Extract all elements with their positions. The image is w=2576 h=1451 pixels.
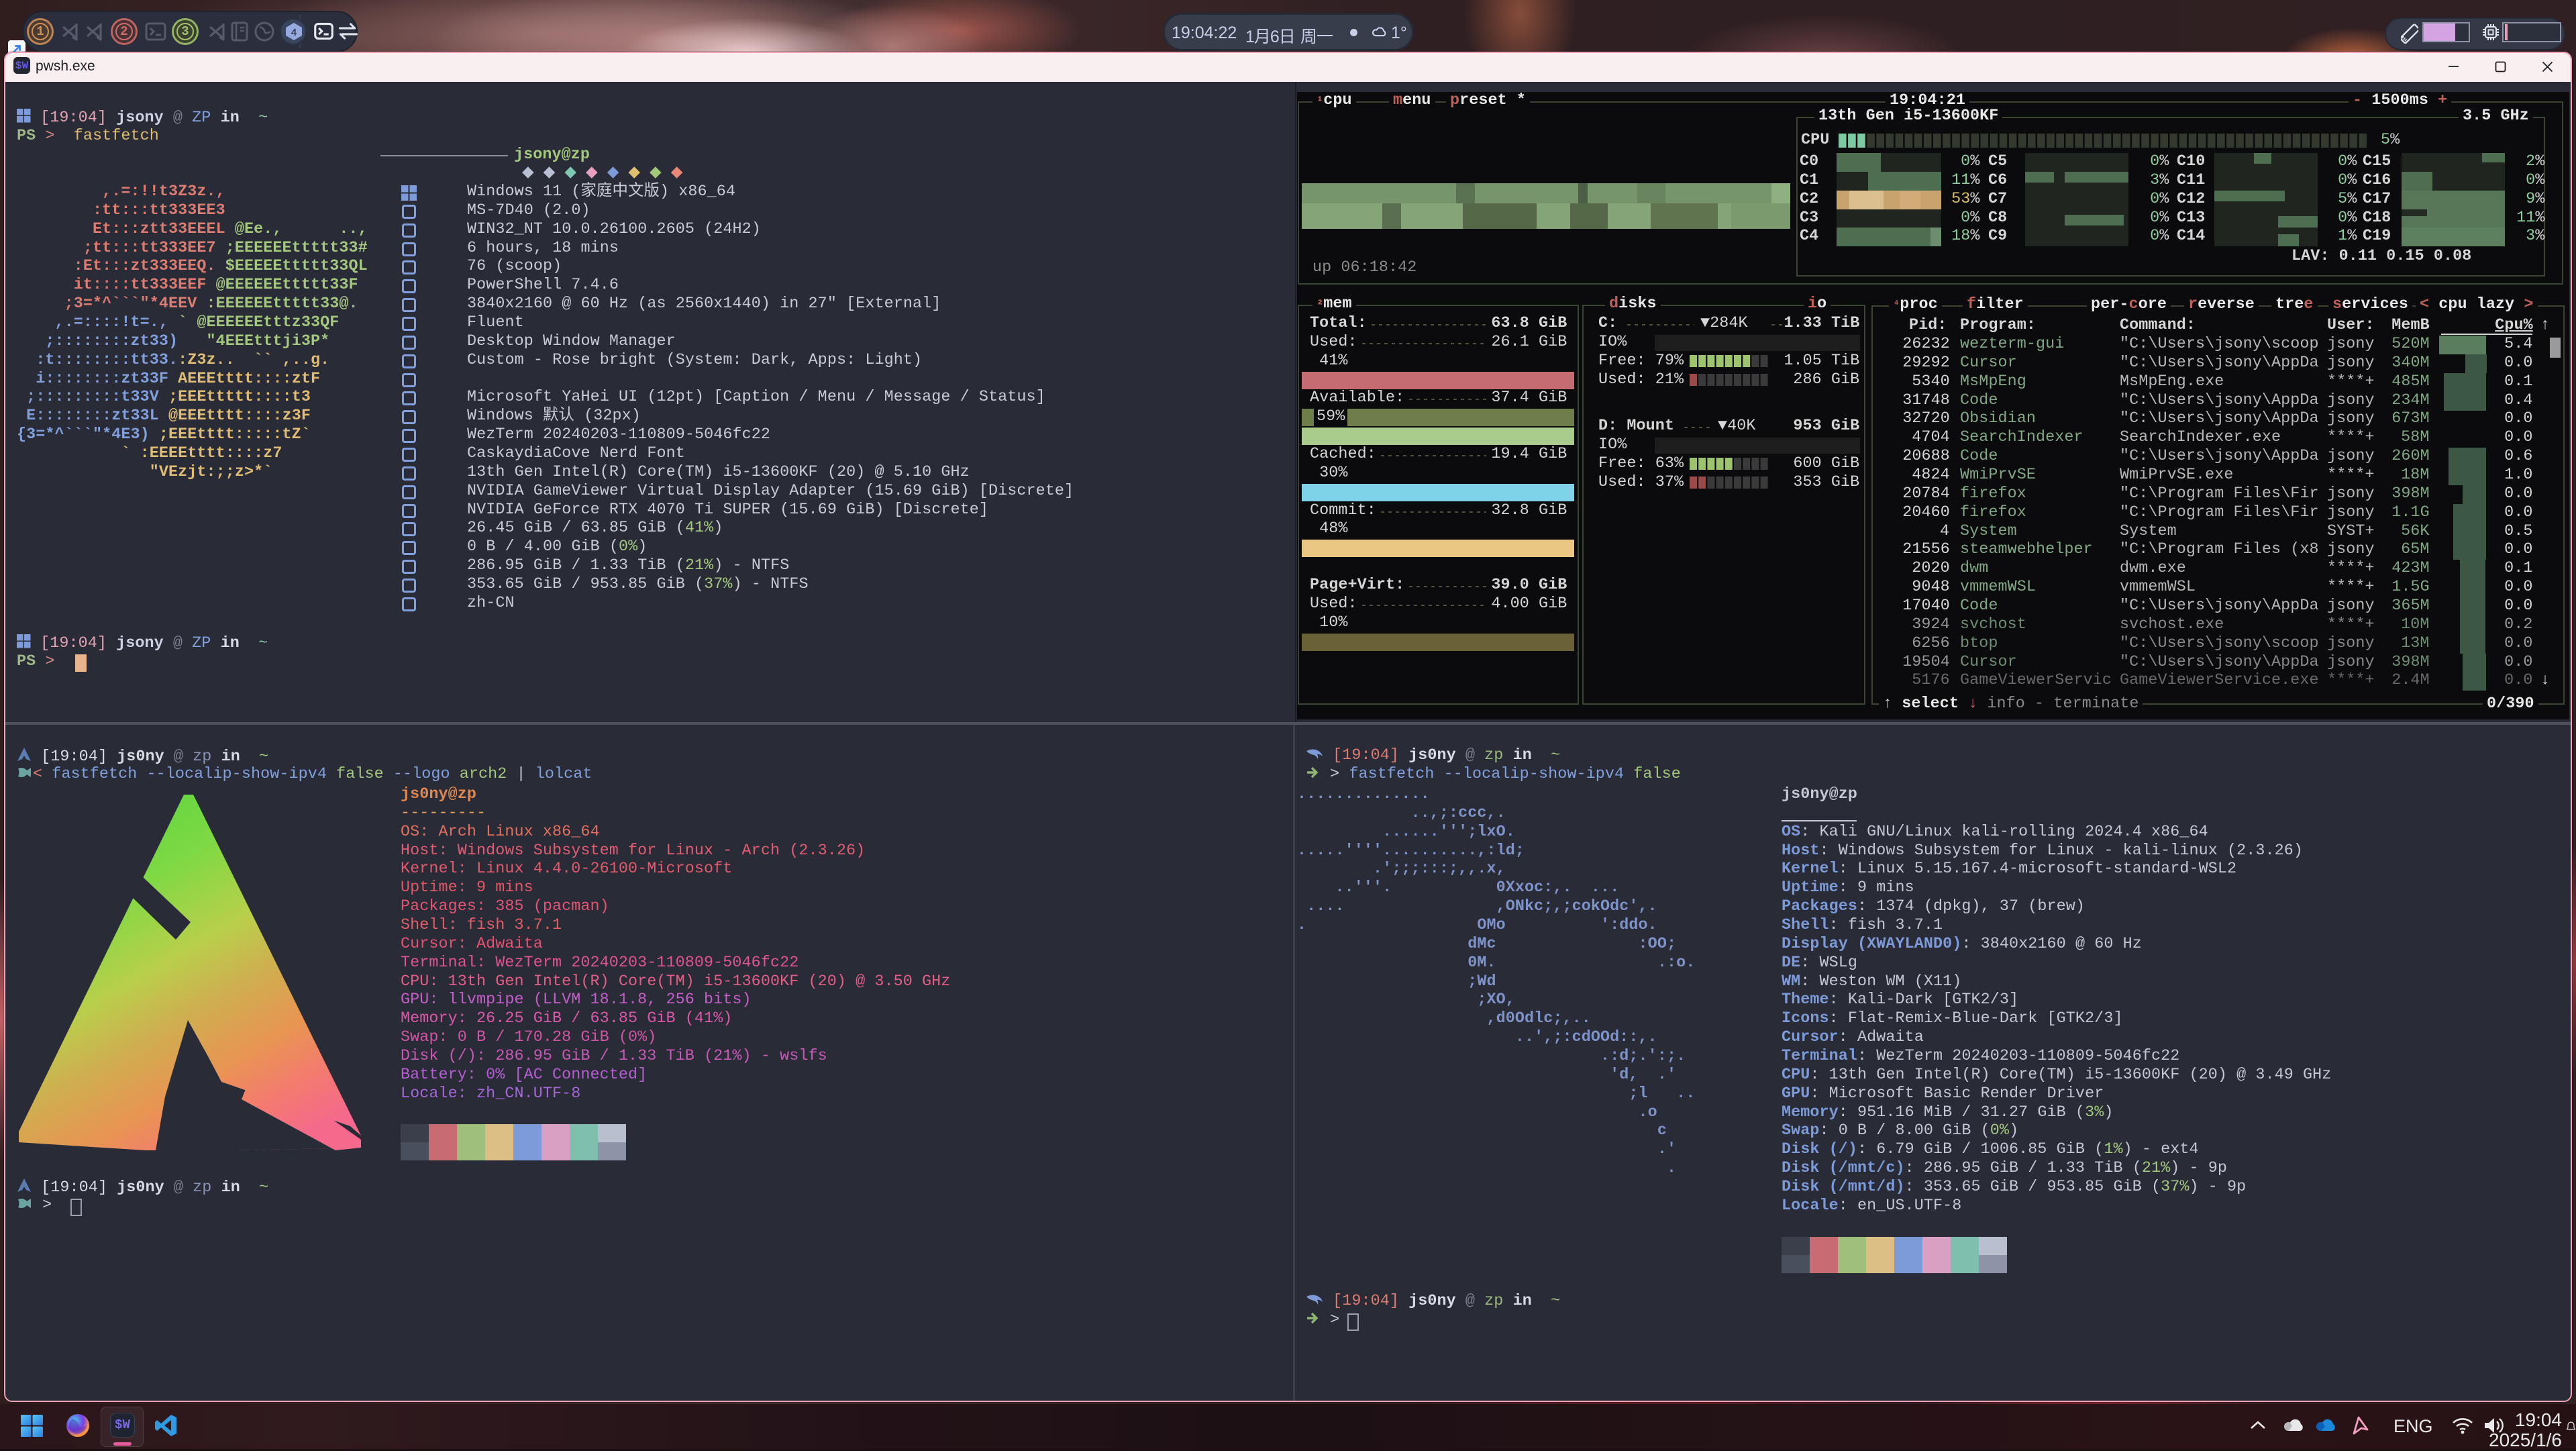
svg-text:4: 4 — [291, 28, 297, 39]
